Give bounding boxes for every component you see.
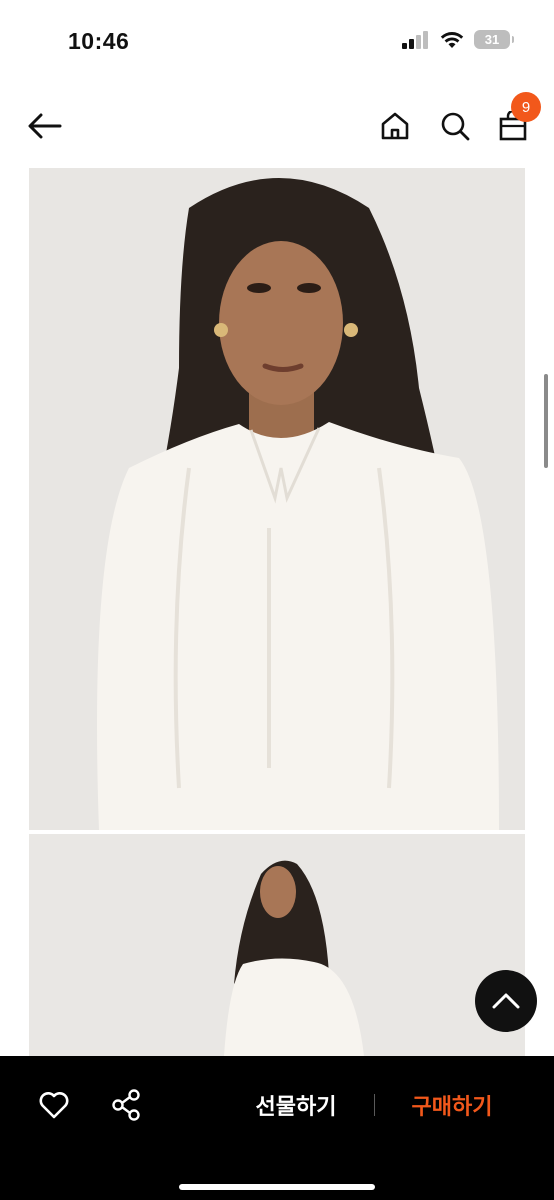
search-icon [441,112,470,141]
search-button[interactable] [434,104,476,148]
home-button[interactable] [374,104,416,148]
share-icon [112,1089,140,1121]
bottom-action-bar: 선물하기 구매하기 [0,1056,554,1200]
scroll-indicator[interactable] [544,374,548,468]
cart-count-badge: 9 [511,92,541,122]
product-image-gallery[interactable] [29,168,525,1056]
like-button[interactable] [36,1088,72,1122]
product-image-2 [29,834,525,1056]
wifi-icon [440,31,464,48]
product-image-1 [29,168,525,830]
heart-icon [39,1092,69,1119]
home-indicator [179,1184,375,1190]
battery-icon: 31 [474,30,514,49]
gift-button[interactable]: 선물하기 [246,1088,346,1122]
home-icon [381,112,409,140]
app-header [0,84,554,168]
action-divider [374,1094,375,1116]
battery-level: 31 [484,32,500,47]
scroll-to-top-button[interactable] [475,970,537,1032]
status-time: 10:46 [68,28,130,54]
chevron-up-icon [492,993,520,1009]
share-button[interactable] [108,1086,144,1124]
back-arrow-icon [28,113,62,139]
back-button[interactable] [22,106,68,146]
signal-icon [402,30,428,49]
buy-button[interactable]: 구매하기 [402,1088,502,1122]
status-icons: 31 [402,30,514,49]
status-bar: 10:46 31 [0,0,554,84]
